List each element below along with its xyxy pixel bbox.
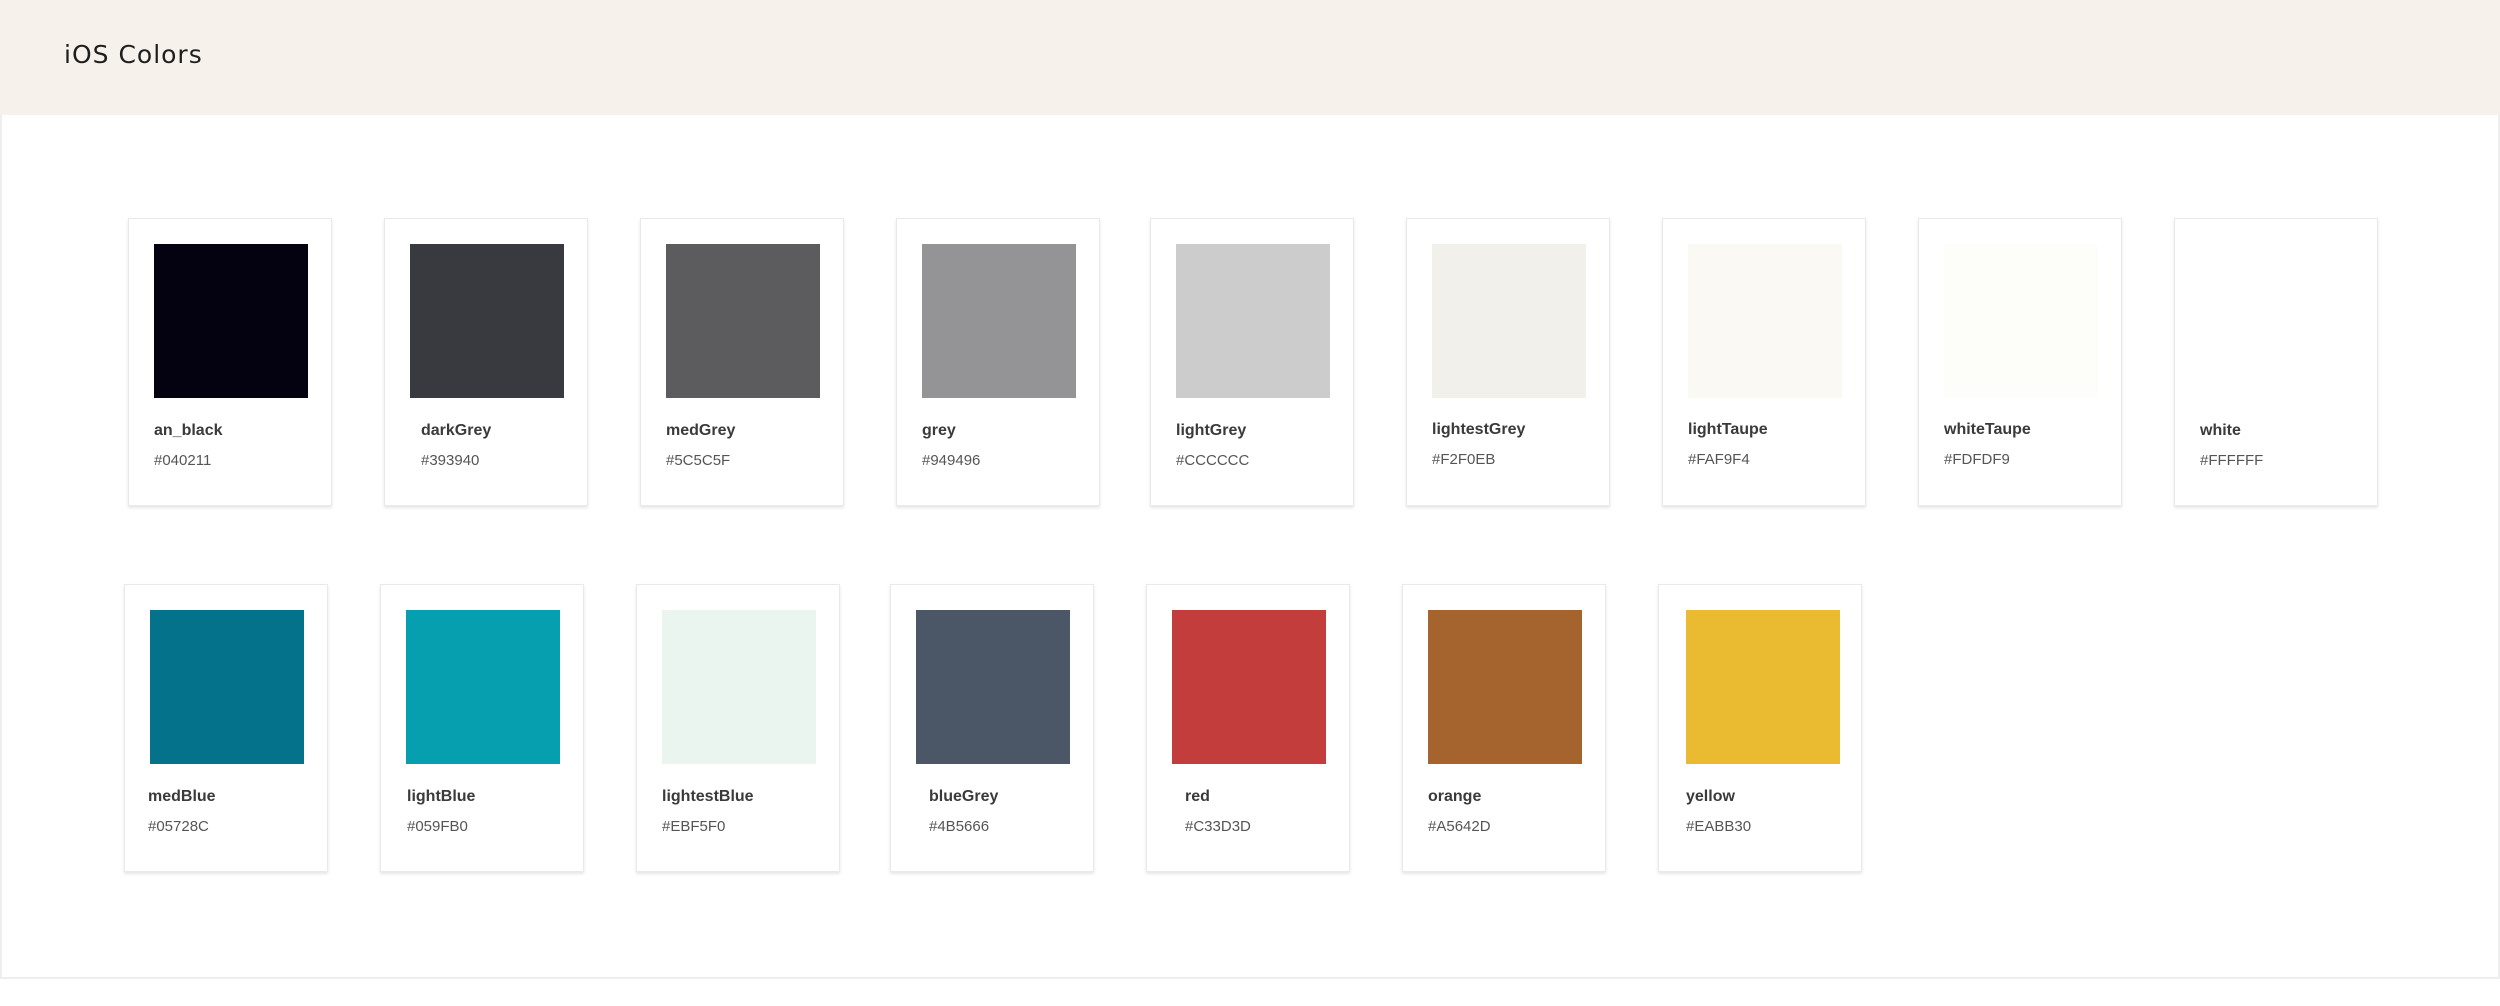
swatch-hex: #F2F0EB	[1432, 451, 1496, 468]
color-swatch	[666, 244, 820, 398]
swatch-hex: #A5642D	[1428, 818, 1491, 835]
swatch-name: whiteTaupe	[1944, 421, 2031, 438]
swatch-card-white[interactable]: white #FFFFFF	[2174, 218, 2378, 506]
swatch-card-light-blue[interactable]: lightBlue #059FB0	[380, 584, 584, 872]
color-swatch	[922, 244, 1076, 398]
swatch-name: an_black	[154, 422, 223, 439]
color-swatch	[1432, 244, 1586, 398]
swatch-hex: #949496	[922, 452, 981, 469]
swatch-name: medGrey	[666, 422, 736, 439]
color-swatch	[1686, 610, 1840, 764]
swatch-card-lightest-blue[interactable]: lightestBlue #EBF5F0	[636, 584, 840, 872]
color-swatch	[150, 610, 304, 764]
swatch-hex: #EBF5F0	[662, 818, 726, 835]
swatch-hex: #4B5666	[929, 818, 990, 835]
color-swatch	[406, 610, 560, 764]
swatch-hex: #059FB0	[407, 818, 468, 835]
color-swatch	[1428, 610, 1582, 764]
swatch-name: darkGrey	[421, 422, 492, 439]
swatch-card-white-taupe[interactable]: whiteTaupe #FDFDF9	[1918, 218, 2122, 506]
color-swatch	[154, 244, 308, 398]
swatch-name: red	[1185, 788, 1210, 805]
swatch-hex: #5C5C5F	[666, 452, 731, 469]
page-title: iOS Colors	[64, 40, 203, 69]
swatch-canvas: an_black #040211 darkGrey #393940 medGre…	[0, 115, 2500, 979]
swatch-card-med-grey[interactable]: medGrey #5C5C5F	[640, 218, 844, 506]
swatch-card-blue-grey[interactable]: blueGrey #4B5666	[890, 584, 1094, 872]
swatch-card-orange[interactable]: orange #A5642D	[1402, 584, 1606, 872]
swatch-card-lightest-grey[interactable]: lightestGrey #F2F0EB	[1406, 218, 1610, 506]
swatch-card-yellow[interactable]: yellow #EABB30	[1658, 584, 1862, 872]
swatch-name: medBlue	[148, 788, 216, 805]
swatch-name: lightGrey	[1176, 422, 1247, 439]
swatch-hex: #393940	[421, 452, 480, 469]
swatch-card-light-grey[interactable]: lightGrey #CCCCCC	[1150, 218, 1354, 506]
color-swatch	[1688, 244, 1842, 398]
swatch-name: lightTaupe	[1688, 421, 1768, 438]
header-bar: iOS Colors	[0, 0, 2500, 115]
color-swatch	[662, 610, 816, 764]
swatch-card-light-taupe[interactable]: lightTaupe #FAF9F4	[1662, 218, 1866, 506]
swatch-name: orange	[1428, 788, 1482, 805]
color-swatch	[2200, 244, 2354, 398]
color-swatch	[1176, 244, 1330, 398]
swatch-card-red[interactable]: red #C33D3D	[1146, 584, 1350, 872]
color-swatch	[1944, 244, 2098, 398]
swatch-hex: #FAF9F4	[1688, 451, 1750, 468]
swatch-name: grey	[922, 422, 956, 439]
color-swatch	[410, 244, 564, 398]
swatch-card-an-black[interactable]: an_black #040211	[128, 218, 332, 506]
swatch-name: white	[2200, 422, 2241, 439]
swatch-name: lightestBlue	[662, 788, 754, 805]
swatch-hex: #EABB30	[1686, 818, 1752, 835]
color-swatch	[1172, 610, 1326, 764]
swatch-hex: #C33D3D	[1185, 818, 1251, 835]
swatch-card-dark-grey[interactable]: darkGrey #393940	[384, 218, 588, 506]
swatch-name: lightestGrey	[1432, 421, 1526, 438]
swatch-card-grey[interactable]: grey #949496	[896, 218, 1100, 506]
swatch-hex: #CCCCCC	[1176, 452, 1250, 469]
swatch-name: blueGrey	[929, 788, 999, 805]
swatch-hex: #05728C	[148, 818, 209, 835]
swatch-hex: #FDFDF9	[1944, 451, 2010, 468]
swatch-card-med-blue[interactable]: medBlue #05728C	[124, 584, 328, 872]
swatch-name: lightBlue	[407, 788, 476, 805]
swatch-name: yellow	[1686, 788, 1735, 805]
color-swatch	[916, 610, 1070, 764]
swatch-hex: #FFFFFF	[2200, 452, 2264, 469]
swatch-hex: #040211	[154, 452, 212, 469]
